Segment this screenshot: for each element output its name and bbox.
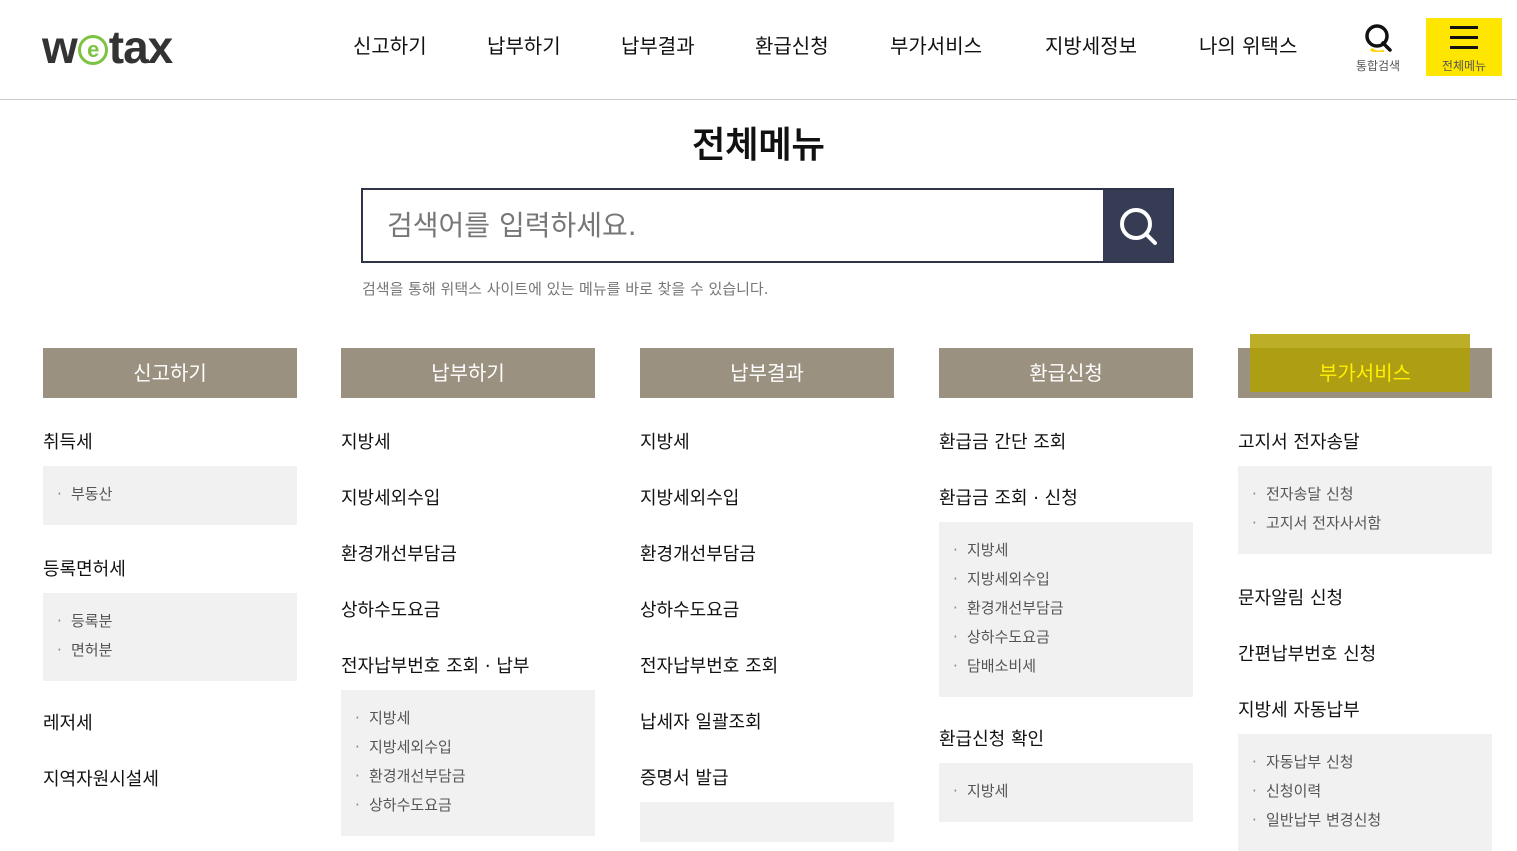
menu-section[interactable]: 납세자 일괄조회 <box>640 708 894 734</box>
submenu-item[interactable]: 지방세외수입 <box>953 565 1193 594</box>
submenu-item[interactable]: 지방세 <box>953 777 1193 806</box>
column-header-report[interactable]: 신고하기 <box>43 348 297 398</box>
submenu-item[interactable]: 지방세 <box>355 704 595 733</box>
submenu-box <box>640 802 894 842</box>
integrated-search-label: 통합검색 <box>1355 59 1401 73</box>
submenu-item[interactable]: 부동산 <box>57 480 297 509</box>
page-title: 전체메뉴 <box>692 125 825 166</box>
column-header-label: 부가서비스 <box>1319 361 1411 385</box>
menu-column-refund: 환급신청 환급금 간단 조회 환급금 조회 · 신청 지방세 지방세외수입 환경… <box>939 348 1193 822</box>
logo-letter-w: w <box>42 21 78 73</box>
menu-section[interactable]: 상하수도요금 <box>341 596 595 622</box>
menu-section[interactable]: 지방세 자동납부 <box>1238 696 1492 722</box>
submenu-item[interactable]: 담배소비세 <box>953 652 1193 681</box>
submenu-item[interactable]: 환경개선부담금 <box>355 762 595 791</box>
all-menu-button[interactable]: 전체메뉴 <box>1426 18 1502 76</box>
search-help-text: 검색을 통해 위택스 사이트에 있는 메뉴를 바로 찾을 수 있습니다. <box>362 280 769 298</box>
submenu-item[interactable]: 자동납부 신청 <box>1252 748 1492 777</box>
menu-section[interactable]: 지방세외수입 <box>341 484 595 510</box>
menu-section[interactable]: 레저세 <box>43 709 297 735</box>
nav-item-payment-result[interactable]: 납부결과 <box>621 30 695 59</box>
submenu-box: 지방세 지방세외수입 환경개선부담금 상하수도요금 <box>341 690 595 836</box>
column-header-refund[interactable]: 환급신청 <box>939 348 1193 398</box>
menu-column-payment-result: 납부결과 지방세 지방세외수입 환경개선부담금 상하수도요금 전자납부번호 조회… <box>640 348 894 842</box>
menu-section[interactable]: 환경개선부담금 <box>341 540 595 566</box>
menu-section[interactable]: 지방세 <box>341 428 595 454</box>
menu-section[interactable]: 취득세 <box>43 428 297 454</box>
menu-column-payment: 납부하기 지방세 지방세외수입 환경개선부담금 상하수도요금 전자납부번호 조회… <box>341 348 595 836</box>
menu-section[interactable]: 지방세 <box>640 428 894 454</box>
hamburger-icon <box>1450 26 1478 49</box>
nav-item-report[interactable]: 신고하기 <box>353 30 427 59</box>
menu-section[interactable]: 간편납부번호 신청 <box>1238 640 1492 666</box>
column-header-payment[interactable]: 납부하기 <box>341 348 595 398</box>
menu-search-button[interactable] <box>1103 190 1172 261</box>
menu-section[interactable]: 고지서 전자송달 <box>1238 428 1492 454</box>
column-header-payment-result[interactable]: 납부결과 <box>640 348 894 398</box>
nav-item-extra-services[interactable]: 부가서비스 <box>890 30 982 59</box>
menu-section[interactable]: 지역자원시설세 <box>43 765 297 791</box>
submenu-item[interactable]: 일반납부 변경신청 <box>1252 806 1492 835</box>
submenu-item[interactable]: 지방세외수입 <box>355 733 595 762</box>
submenu-item[interactable]: 환경개선부담금 <box>953 594 1193 623</box>
submenu-item[interactable]: 등록분 <box>57 607 297 636</box>
menu-section[interactable]: 문자알림 신청 <box>1238 584 1492 610</box>
nav-item-local-tax-info[interactable]: 지방세정보 <box>1045 30 1137 59</box>
menu-search-box <box>361 188 1174 263</box>
menu-section[interactable]: 지방세외수입 <box>640 484 894 510</box>
integrated-search-button[interactable]: 통합검색 <box>1340 18 1416 76</box>
menu-section[interactable]: 전자납부번호 조회 · 납부 <box>341 652 595 678</box>
logo-letters-tax: tax <box>108 21 173 73</box>
menu-section[interactable]: 등록면허세 <box>43 555 297 581</box>
search-icon <box>1120 208 1157 245</box>
submenu-box: 등록분 면허분 <box>43 593 297 681</box>
submenu-box: 전자송달 신청 고지서 전자사서함 <box>1238 466 1492 554</box>
submenu-item[interactable]: 상하수도요금 <box>953 623 1193 652</box>
search-icon <box>1365 24 1392 52</box>
menu-section[interactable]: 환급금 조회 · 신청 <box>939 484 1193 510</box>
submenu-item[interactable]: 전자송달 신청 <box>1252 480 1492 509</box>
site-header: w e tax 신고하기 납부하기 납부결과 환급신청 부가서비스 지방세정보 나의… <box>0 0 1517 100</box>
nav-item-payment[interactable]: 납부하기 <box>487 30 561 59</box>
menu-column-report: 신고하기 취득세 부동산 등록면허세 등록분 면허분 레저세 지역자원시설세 <box>43 348 297 791</box>
column-header-extra-services[interactable]: 부가서비스 <box>1238 334 1492 398</box>
submenu-box: 자동납부 신청 신청이력 일반납부 변경신청 <box>1238 734 1492 851</box>
submenu-item[interactable]: 고지서 전자사서함 <box>1252 509 1492 538</box>
menu-section[interactable]: 환급신청 확인 <box>939 725 1193 751</box>
menu-section[interactable]: 환급금 간단 조회 <box>939 428 1193 454</box>
nav-item-refund[interactable]: 환급신청 <box>755 30 829 59</box>
menu-section[interactable]: 증명서 발급 <box>640 764 894 790</box>
submenu-box: 지방세 지방세외수입 환경개선부담금 상하수도요금 담배소비세 <box>939 522 1193 697</box>
menu-section[interactable]: 전자납부번호 조회 <box>640 652 894 678</box>
submenu-item[interactable]: 지방세 <box>953 536 1193 565</box>
all-menu-label: 전체메뉴 <box>1441 59 1487 73</box>
submenu-box: 부동산 <box>43 466 297 525</box>
menu-search-input[interactable] <box>363 190 1105 261</box>
nav-item-my-wetax[interactable]: 나의 위택스 <box>1199 30 1297 59</box>
submenu-box: 지방세 <box>939 763 1193 822</box>
wetax-logo[interactable]: w e tax <box>42 21 173 73</box>
submenu-item[interactable]: 상하수도요금 <box>355 791 595 820</box>
menu-section[interactable]: 환경개선부담금 <box>640 540 894 566</box>
submenu-item[interactable]: 신청이력 <box>1252 777 1492 806</box>
submenu-item[interactable]: 면허분 <box>57 636 297 665</box>
logo-letter-e: e <box>77 35 108 65</box>
menu-section[interactable]: 상하수도요금 <box>640 596 894 622</box>
menu-column-extra-services: 부가서비스 고지서 전자송달 전자송달 신청 고지서 전자사서함 문자알림 신청… <box>1238 334 1492 851</box>
